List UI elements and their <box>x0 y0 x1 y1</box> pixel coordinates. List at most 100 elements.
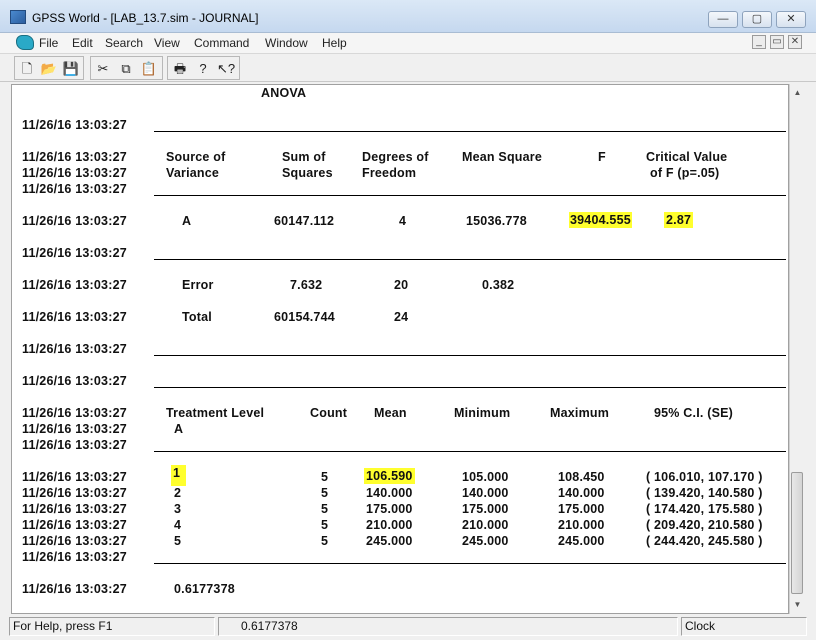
divider <box>154 259 786 260</box>
print-icon[interactable]: 🖶 <box>171 60 189 78</box>
anova-df: 20 <box>394 278 409 292</box>
menu-window[interactable]: Window <box>265 36 308 50</box>
timestamp: 11/26/16 13:03:27 <box>22 182 127 196</box>
window-title: GPSS World - [LAB_13.7.sim - JOURNAL] <box>32 11 259 25</box>
divider <box>154 451 786 452</box>
timestamp: 11/26/16 13:03:27 <box>22 310 127 324</box>
menu-edit[interactable]: Edit <box>72 36 93 50</box>
close-button[interactable]: ✕ <box>776 11 806 28</box>
treatment-count: 5 <box>321 518 329 532</box>
edit-button-group: ✂ ⧉ 📋 <box>90 56 163 80</box>
status-value: 0.6177378 <box>218 617 678 636</box>
header-source: Source of <box>166 150 226 164</box>
status-bar: For Help, press F1 0.6177378 Clock <box>0 616 816 640</box>
timestamp: 11/26/16 13:03:27 <box>22 246 127 260</box>
header-df: Freedom <box>362 166 417 180</box>
header-f: F <box>598 150 606 164</box>
vertical-scrollbar[interactable]: ▲ ▼ <box>789 84 804 614</box>
mdi-close-button[interactable]: ✕ <box>788 35 802 49</box>
treatment-min: 140.000 <box>462 486 509 500</box>
anova-title: ANOVA <box>261 86 307 100</box>
gpss-app-icon <box>10 10 26 24</box>
anova-mean-sq: 15036.778 <box>466 214 527 228</box>
header-sum-sq: Squares <box>282 166 333 180</box>
divider <box>154 131 786 132</box>
cut-icon[interactable]: ✂ <box>94 60 112 78</box>
anova-mean-sq: 0.382 <box>482 278 515 292</box>
header-critical-value: of F (p=.05) <box>650 166 720 180</box>
treatment-max: 108.450 <box>558 470 605 484</box>
header-mean: Mean <box>374 406 407 420</box>
timestamp: 11/26/16 13:03:27 <box>22 214 127 228</box>
header-count: Count <box>310 406 348 420</box>
open-icon[interactable]: 📂 <box>40 60 58 78</box>
new-icon[interactable]: 🗋 <box>18 60 36 78</box>
anova-sum-sq: 60147.112 <box>274 214 335 228</box>
scroll-down-icon[interactable]: ▼ <box>792 599 803 610</box>
timestamp: 11/26/16 13:03:27 <box>22 150 127 164</box>
menu-bar: File Edit Search View Command Window Hel… <box>0 33 816 54</box>
treatment-level: 2 <box>174 486 182 500</box>
status-clock: Clock <box>681 617 807 636</box>
paste-icon[interactable]: 📋 <box>140 60 158 78</box>
scroll-up-icon[interactable]: ▲ <box>792 87 803 98</box>
treatment-count: 5 <box>321 486 329 500</box>
menu-file[interactable]: File <box>39 36 58 50</box>
timestamp: 11/26/16 13:03:27 <box>22 534 127 548</box>
mdi-minimize-button[interactable]: _ <box>752 35 766 49</box>
anova-sum-sq: 60154.744 <box>274 310 335 324</box>
treatment-count: 5 <box>321 502 329 516</box>
header-critical-value: Critical Value <box>646 150 728 164</box>
treatment-ci: ( 106.010, 107.170 ) <box>646 470 763 484</box>
timestamp: 11/26/16 13:03:27 <box>22 438 127 452</box>
header-treatment-level: A <box>174 422 184 436</box>
title-bar[interactable]: GPSS World - [LAB_13.7.sim - JOURNAL] — … <box>0 0 816 33</box>
treatment-min: 210.000 <box>462 518 509 532</box>
context-help-icon[interactable]: ↖? <box>215 60 237 78</box>
treatment-ci: ( 209.420, 210.580 ) <box>646 518 763 532</box>
minimize-button[interactable]: — <box>708 11 738 28</box>
help-icon[interactable]: ? <box>194 60 212 78</box>
timestamp: 11/26/16 13:03:27 <box>22 518 127 532</box>
header-maximum: Maximum <box>550 406 610 420</box>
treatment-max: 245.000 <box>558 534 605 548</box>
timestamp: 11/26/16 13:03:27 <box>22 278 127 292</box>
treatment-mean: 210.000 <box>366 518 413 532</box>
anova-f-value: 39404.555 <box>569 212 632 228</box>
anova-source: Error <box>182 278 214 292</box>
timestamp: 11/26/16 13:03:27 <box>22 118 127 132</box>
treatment-level: 4 <box>174 518 182 532</box>
timestamp: 11/26/16 13:03:27 <box>22 342 127 356</box>
treatment-min: 105.000 <box>462 470 509 484</box>
anova-df: 24 <box>394 310 409 324</box>
journal-window-icon[interactable] <box>16 35 34 50</box>
treatment-level: 5 <box>174 534 182 548</box>
treatment-mean: 140.000 <box>366 486 413 500</box>
final-value: 0.6177378 <box>174 582 235 596</box>
journal-text-area[interactable]: ANOVA 11/26/16 13:03:27 11/26/16 13:03:2… <box>11 84 789 614</box>
treatment-count: 5 <box>321 470 329 484</box>
menu-view[interactable]: View <box>154 36 180 50</box>
treatment-ci: ( 244.420, 245.580 ) <box>646 534 763 548</box>
treatment-max: 140.000 <box>558 486 605 500</box>
header-treatment-level: Treatment Level <box>166 406 265 420</box>
timestamp: 11/26/16 13:03:27 <box>22 550 127 564</box>
save-icon[interactable]: 💾 <box>62 60 80 78</box>
treatment-ci: ( 174.420, 175.580 ) <box>646 502 763 516</box>
header-source: Variance <box>166 166 220 180</box>
anova-source: Total <box>182 310 212 324</box>
treatment-min: 175.000 <box>462 502 509 516</box>
scroll-thumb[interactable] <box>791 472 803 594</box>
mdi-restore-button[interactable]: ▭ <box>770 35 784 49</box>
file-button-group: 🗋 📂 💾 <box>14 56 84 80</box>
header-df: Degrees of <box>362 150 429 164</box>
anova-source: A <box>182 214 192 228</box>
treatment-mean: 245.000 <box>366 534 413 548</box>
menu-help[interactable]: Help <box>322 36 347 50</box>
treatment-max: 175.000 <box>558 502 605 516</box>
copy-icon[interactable]: ⧉ <box>117 60 135 78</box>
maximize-button[interactable]: ▢ <box>742 11 772 28</box>
menu-search[interactable]: Search <box>105 36 143 50</box>
menu-command[interactable]: Command <box>194 36 249 50</box>
help-button-group: 🖶 ? ↖? <box>167 56 240 80</box>
